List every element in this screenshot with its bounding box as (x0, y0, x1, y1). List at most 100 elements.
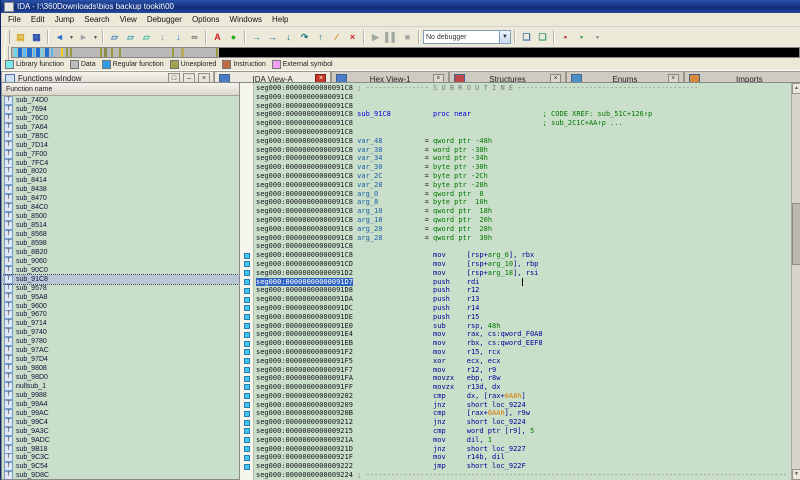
jump-problem-icon[interactable]: ↓ (155, 30, 170, 44)
function-row[interactable]: fsub_9780 (2, 337, 239, 346)
function-row[interactable]: fsub_8514 (2, 221, 239, 230)
disasm-line[interactable]: seg000:00000000000091D7 push rdi (240, 278, 792, 287)
disasm-line[interactable]: seg000:000000000000921A mov dil, 1 (240, 436, 792, 445)
function-row[interactable]: fsub_8414 (2, 176, 239, 185)
nav-forward-icon-dropdown[interactable]: ▾ (92, 30, 99, 44)
function-row[interactable]: fsub_9D8C (2, 471, 239, 479)
function-row[interactable]: fsub_8500 (2, 212, 239, 221)
disasm-line[interactable]: seg000:00000000000091C8 arg_10 = qword p… (240, 207, 792, 216)
disasm-line[interactable]: seg000:00000000000091C8 arg_28 = qword p… (240, 234, 792, 243)
step-over-icon[interactable]: ↷ (297, 30, 312, 44)
disasm-line[interactable]: seg000:0000000000009224 ; --------------… (240, 471, 792, 480)
function-row[interactable]: fnullsub_1 (2, 382, 239, 391)
functions-column-header[interactable]: Function name (2, 83, 239, 96)
pause-icon[interactable]: ▌▌ (384, 30, 399, 44)
abort-indicator-icon[interactable]: ● (226, 30, 241, 44)
function-row[interactable]: fsub_8438 (2, 185, 239, 194)
disasm-line[interactable]: seg000:0000000000009209 jnz short loc_92… (240, 401, 792, 410)
function-row[interactable]: fsub_9B18 (2, 445, 239, 454)
function-row[interactable]: fsub_7D14 (2, 141, 239, 150)
function-row[interactable]: fsub_76C0 (2, 114, 239, 123)
disassembly-view[interactable]: seg000:00000000000091C8 ; --------------… (240, 82, 800, 480)
disasm-line[interactable]: seg000:00000000000091C8 var_34 = word pt… (240, 154, 792, 163)
disasm-line[interactable]: seg000:00000000000091F7 mov r12, r9 (240, 366, 792, 375)
toolbar-handle[interactable] (5, 30, 10, 44)
function-row[interactable]: fsub_9578 (2, 284, 239, 293)
function-row[interactable]: fsub_97D4 (2, 355, 239, 364)
disassembly-scrollbar[interactable]: ▲ ▼ (791, 83, 800, 480)
function-row[interactable]: fsub_7694 (2, 105, 239, 114)
function-row[interactable]: fsub_95A8 (2, 293, 239, 302)
function-row[interactable]: fsub_9A3C (2, 427, 239, 436)
disasm-line[interactable]: seg000:00000000000091DA push r13 (240, 295, 792, 304)
disasm-line[interactable]: seg000:000000000000921D jnz short loc_92… (240, 445, 792, 454)
function-row[interactable]: fsub_98D0 (2, 373, 239, 382)
disasm-line[interactable]: seg000:00000000000091EB mov rbx, cs:qwor… (240, 339, 792, 348)
disasm-line[interactable]: seg000:00000000000091C8 var_28 = byte pt… (240, 181, 792, 190)
stop-icon[interactable]: ■ (400, 30, 415, 44)
ascii-search-icon[interactable]: A (210, 30, 225, 44)
function-row[interactable]: fsub_9740 (2, 328, 239, 337)
function-row[interactable]: fsub_9670 (2, 311, 239, 320)
menu-options[interactable]: Options (187, 14, 225, 25)
menu-edit[interactable]: Edit (26, 14, 50, 25)
function-row[interactable]: fsub_9988 (2, 391, 239, 400)
disasm-line[interactable]: seg000:00000000000091FF movzx r13d, dx (240, 383, 792, 392)
disasm-line[interactable]: seg000:00000000000091C8 ; --------------… (240, 84, 792, 93)
disasm-line[interactable]: seg000:00000000000091C8 sub_91C8 proc ne… (240, 110, 792, 119)
jump-name-icon[interactable]: ▱ (123, 30, 138, 44)
function-row[interactable]: fsub_9C3C (2, 454, 239, 463)
function-row[interactable]: fsub_7A64 (2, 123, 239, 132)
step-into-icon[interactable]: ↓ (281, 30, 296, 44)
function-row[interactable]: fsub_9C54 (2, 462, 239, 471)
disasm-line[interactable]: seg000:000000000000921F mov r14b, dil (240, 453, 792, 462)
nav-back-icon-dropdown[interactable]: ▾ (68, 30, 75, 44)
function-row[interactable]: fsub_90C0 (2, 266, 239, 275)
menu-windows[interactable]: Windows (225, 14, 267, 25)
disasm-line[interactable]: seg000:00000000000091F5 xor ecx, ecx (240, 357, 792, 366)
edit-icon[interactable]: ∕ (329, 30, 344, 44)
scrollbar-thumb[interactable] (792, 203, 800, 265)
disasm-line[interactable]: seg000:00000000000091C8 arg_8 = byte ptr… (240, 198, 792, 207)
disasm-line[interactable]: seg000:00000000000091C8 (240, 93, 792, 102)
debugger-combo[interactable]: No debugger▼ (423, 30, 511, 44)
disasm-line[interactable]: seg000:00000000000091CD mov [rsp+arg_10]… (240, 260, 792, 269)
function-row[interactable]: fsub_99AC (2, 409, 239, 418)
breakpoint-icon[interactable]: ▪ (558, 30, 573, 44)
function-row[interactable]: fsub_7FC4 (2, 159, 239, 168)
function-row[interactable]: fsub_97AC (2, 346, 239, 355)
function-row[interactable]: fsub_8598 (2, 239, 239, 248)
menu-file[interactable]: File (3, 14, 26, 25)
function-row[interactable]: fsub_84C0 (2, 203, 239, 212)
function-row[interactable]: fsub_99C4 (2, 418, 239, 427)
nav-back-icon[interactable]: ◄ (52, 30, 67, 44)
run-icon[interactable]: ▶ (368, 30, 383, 44)
function-row[interactable]: fsub_9060 (2, 257, 239, 266)
disasm-line[interactable]: seg000:00000000000091C8 (240, 128, 792, 137)
function-row[interactable]: fsub_8B20 (2, 248, 239, 257)
disasm-line[interactable]: seg000:0000000000009215 cmp word ptr [r9… (240, 427, 792, 436)
function-row[interactable]: fsub_99A4 (2, 400, 239, 409)
disasm-line[interactable]: seg000:0000000000009222 jmp short loc_92… (240, 462, 792, 471)
disasm-line[interactable]: seg000:00000000000091C8 (240, 242, 792, 251)
function-row[interactable]: fsub_9ADC (2, 436, 239, 445)
menu-debugger[interactable]: Debugger (142, 14, 187, 25)
scroll-down-arrow[interactable]: ▼ (792, 469, 800, 480)
disasm-line[interactable]: seg000:00000000000091FA movzx ebp, r8w (240, 374, 792, 383)
colors-icon[interactable]: ▪ (574, 30, 589, 44)
plugin-icon[interactable]: ▪ (590, 30, 605, 44)
disasm-line[interactable]: seg000:00000000000091E0 sub rsp, 48h (240, 322, 792, 331)
jump-address-icon[interactable]: ▱ (107, 30, 122, 44)
nav-forward-icon[interactable]: ► (76, 30, 91, 44)
disasm-line[interactable]: seg000:0000000000009202 cmp dx, [rax+0A8… (240, 392, 792, 401)
menu-view[interactable]: View (115, 14, 142, 25)
menu-jump[interactable]: Jump (50, 14, 80, 25)
disasm-line[interactable]: seg000:00000000000091DC push r14 (240, 304, 792, 313)
jump-segment-icon[interactable]: ▱ (139, 30, 154, 44)
search-icon[interactable]: ∞ (187, 30, 202, 44)
function-row[interactable]: fsub_9714 (2, 319, 239, 328)
disasm-line[interactable]: seg000:00000000000091C8 ; sub_2C1C+AA↑p … (240, 119, 792, 128)
disasm-line[interactable]: seg000:00000000000091E4 mov rax, cs:qwor… (240, 330, 792, 339)
disasm-line[interactable]: seg000:00000000000091C8 arg_20 = qword p… (240, 225, 792, 234)
disasm-line[interactable]: seg000:00000000000091C8 var_30 = byte pt… (240, 163, 792, 172)
